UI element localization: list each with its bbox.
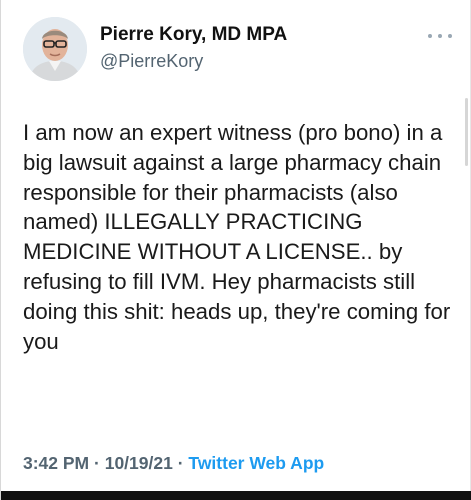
more-options-icon[interactable] (428, 28, 452, 44)
tweet-metadata: 3:42 PM · 10/19/21 · Twitter Web App (23, 453, 324, 474)
author-handle[interactable]: @PierreKory (100, 51, 203, 72)
tweet-card: Pierre Kory, MD MPA @PierreKory I am now… (0, 0, 471, 500)
scrollbar[interactable] (465, 98, 468, 166)
dot (438, 34, 442, 38)
author-name[interactable]: Pierre Kory, MD MPA (100, 24, 287, 46)
avatar-photo-icon (23, 17, 87, 81)
source-app-link[interactable]: Twitter Web App (188, 453, 324, 473)
dot (448, 34, 452, 38)
tweet-text: I am now an expert witness (pro bono) in… (23, 120, 451, 354)
bottom-border (1, 491, 471, 500)
tweet-time[interactable]: 3:42 PM (23, 453, 89, 473)
tweet-date[interactable]: 10/19/21 (105, 453, 173, 473)
meta-separator: · (94, 453, 100, 473)
avatar[interactable] (23, 17, 87, 81)
dot (428, 34, 432, 38)
meta-separator: · (177, 453, 184, 473)
